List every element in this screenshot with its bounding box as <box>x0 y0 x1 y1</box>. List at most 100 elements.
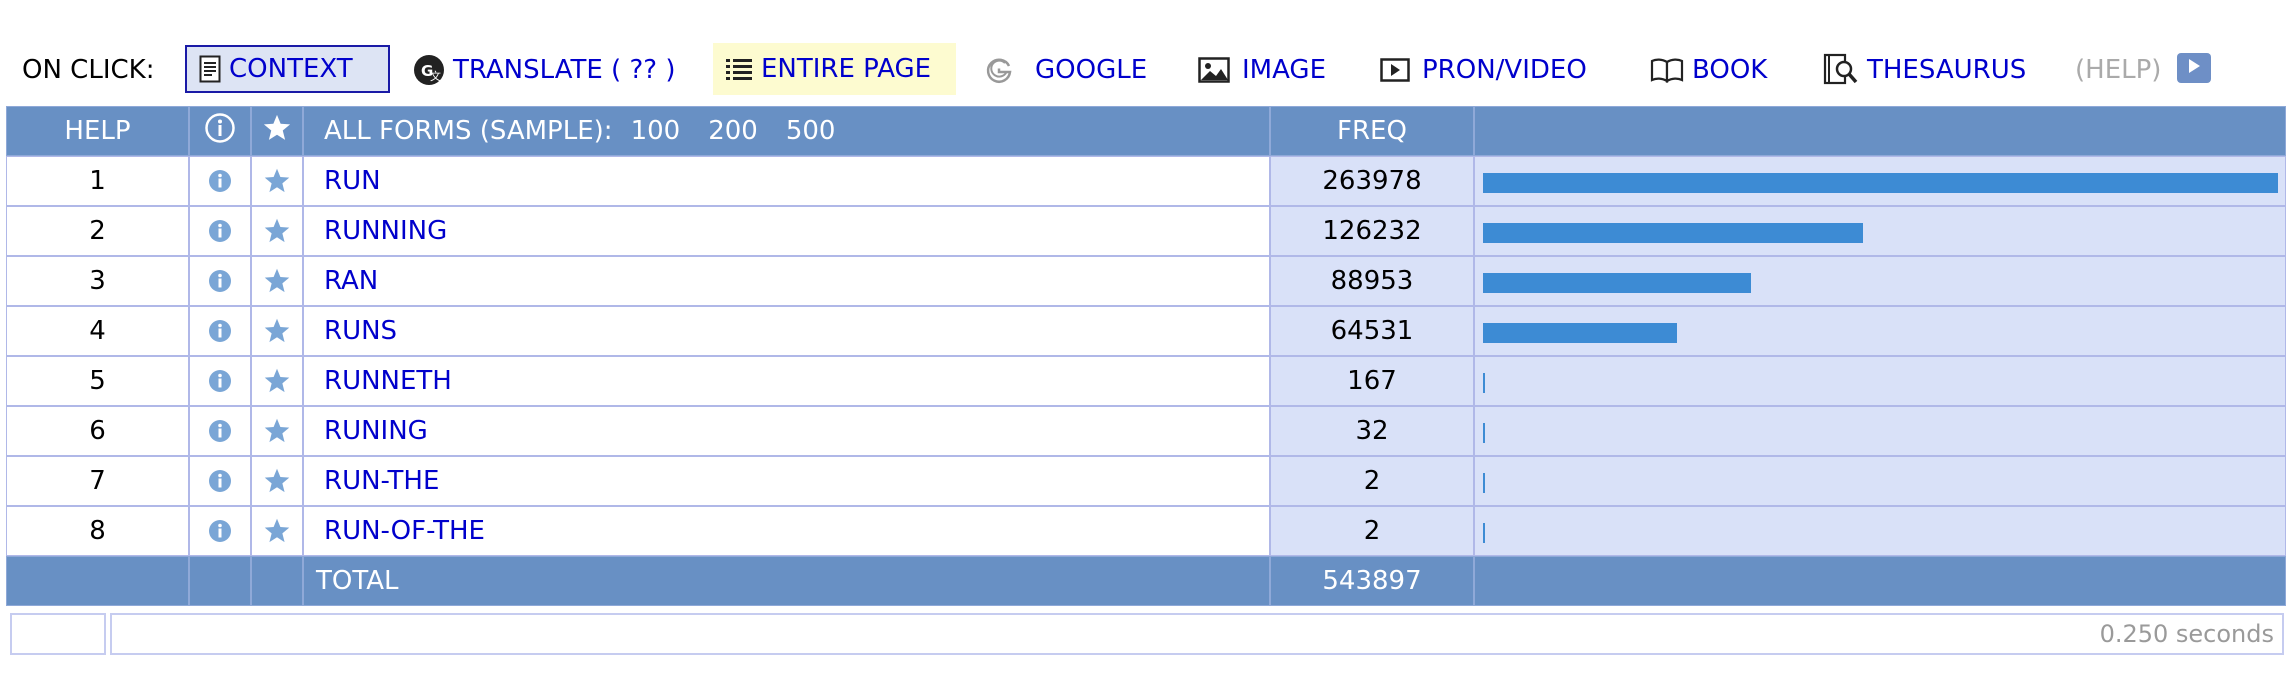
video-icon <box>1380 58 1410 82</box>
play-video-button[interactable] <box>2177 53 2211 83</box>
freq-cell: 2 <box>1270 506 1474 556</box>
freq-bar <box>1483 173 2278 193</box>
table-row: 2 RUNNING 126232 <box>6 206 2286 256</box>
freq-bar-cell <box>1474 306 2286 356</box>
word-link[interactable]: RUN-THE <box>303 456 1270 506</box>
status-bar: 0.250 seconds <box>110 613 2284 655</box>
sample-500-link[interactable]: 500 <box>786 116 836 146</box>
google-icon <box>983 54 1015 86</box>
info-icon[interactable] <box>189 206 251 256</box>
translate-option[interactable]: G 文 TRANSLATE ( ?? ) <box>413 40 675 100</box>
google-label: GOOGLE <box>1035 55 1148 85</box>
freq-cell: 2 <box>1270 456 1474 506</box>
info-icon[interactable] <box>189 356 251 406</box>
star-icon[interactable] <box>251 156 303 206</box>
rank-cell: 8 <box>6 506 189 556</box>
star-icon <box>262 113 292 150</box>
star-icon[interactable] <box>251 456 303 506</box>
total-label: TOTAL <box>303 556 1270 606</box>
rank-cell: 7 <box>6 456 189 506</box>
freq-bar <box>1483 273 1751 293</box>
pron-video-label: PRON/VIDEO <box>1422 55 1587 85</box>
footer-box <box>10 613 106 655</box>
google-option[interactable]: GOOGLE <box>983 40 1147 100</box>
list-icon <box>725 56 753 82</box>
book-label: BOOK <box>1692 55 1768 85</box>
total-empty-cell <box>6 556 189 606</box>
word-link[interactable]: RUNING <box>303 406 1270 456</box>
thesaurus-option[interactable]: THESAURUS <box>1823 40 2026 100</box>
book-option[interactable]: BOOK <box>1650 40 1767 100</box>
info-icon[interactable] <box>189 506 251 556</box>
freq-bar <box>1483 223 1863 243</box>
document-icon <box>199 55 221 83</box>
image-label: IMAGE <box>1242 55 1327 85</box>
bar-header <box>1474 106 2286 156</box>
star-header <box>251 106 303 156</box>
freq-bar <box>1483 523 1485 543</box>
help-header[interactable]: HELP <box>6 106 189 156</box>
star-icon[interactable] <box>251 306 303 356</box>
star-icon[interactable] <box>251 206 303 256</box>
table-row: 6 RUNING 32 <box>6 406 2286 456</box>
translate-icon: G 文 <box>413 54 445 86</box>
info-outline-icon <box>204 112 236 151</box>
total-value: 543897 <box>1270 556 1474 606</box>
table-row: 3 RAN 88953 <box>6 256 2286 306</box>
rank-cell: 5 <box>6 356 189 406</box>
context-option[interactable]: CONTEXT <box>185 45 390 93</box>
image-option[interactable]: IMAGE <box>1198 40 1326 100</box>
sample-200-link[interactable]: 200 <box>708 116 758 146</box>
table-header: HELP ALL FORMS (SAMPLE): 100 200 500 FRE… <box>6 106 2286 156</box>
word-link[interactable]: RUN <box>303 156 1270 206</box>
sample-100-link[interactable]: 100 <box>631 116 681 146</box>
star-icon[interactable] <box>251 256 303 306</box>
freq-cell: 88953 <box>1270 256 1474 306</box>
entire-page-option[interactable]: ENTIRE PAGE <box>713 43 956 95</box>
freq-bar <box>1483 373 1485 393</box>
total-empty-cell <box>251 556 303 606</box>
word-link[interactable]: RUNS <box>303 306 1270 356</box>
info-icon[interactable] <box>189 156 251 206</box>
context-label: CONTEXT <box>229 54 353 84</box>
all-forms-label: ALL FORMS (SAMPLE): <box>324 116 613 146</box>
total-empty-cell <box>1474 556 2286 606</box>
freq-cell: 263978 <box>1270 156 1474 206</box>
entire-page-label: ENTIRE PAGE <box>761 54 932 84</box>
rank-cell: 1 <box>6 156 189 206</box>
table-row: 8 RUN-OF-THE 2 <box>6 506 2286 556</box>
pron-video-option[interactable]: PRON/VIDEO <box>1380 40 1587 100</box>
freq-bar-cell <box>1474 406 2286 456</box>
rank-cell: 4 <box>6 306 189 356</box>
freq-bar-cell <box>1474 256 2286 306</box>
freq-bar <box>1483 323 1677 343</box>
rank-cell: 2 <box>6 206 189 256</box>
rank-cell: 3 <box>6 256 189 306</box>
svg-text:文: 文 <box>430 69 441 83</box>
freq-header: FREQ <box>1270 106 1474 156</box>
table-row: 4 RUNS 64531 <box>6 306 2286 356</box>
info-icon[interactable] <box>189 256 251 306</box>
word-link[interactable]: RAN <box>303 256 1270 306</box>
star-icon[interactable] <box>251 356 303 406</box>
table-row: 7 RUN-THE 2 <box>6 456 2286 506</box>
thesaurus-label: THESAURUS <box>1867 55 2027 85</box>
table-row: 1 RUN 263978 <box>6 156 2286 206</box>
freq-bar-cell <box>1474 356 2286 406</box>
info-icon[interactable] <box>189 306 251 356</box>
info-icon[interactable] <box>189 456 251 506</box>
info-icon[interactable] <box>189 406 251 456</box>
word-link[interactable]: RUNNING <box>303 206 1270 256</box>
toolbar: ON CLICK: CONTEXT G 文 TRANSLATE ( ?? ) E… <box>0 40 2290 100</box>
freq-bar-cell <box>1474 206 2286 256</box>
help-link[interactable]: (HELP) <box>2075 40 2161 100</box>
freq-cell: 32 <box>1270 406 1474 456</box>
freq-bar-cell <box>1474 456 2286 506</box>
info-header <box>189 106 251 156</box>
word-link[interactable]: RUN-OF-THE <box>303 506 1270 556</box>
star-icon[interactable] <box>251 506 303 556</box>
freq-cell: 167 <box>1270 356 1474 406</box>
word-link[interactable]: RUNNETH <box>303 356 1270 406</box>
star-icon[interactable] <box>251 406 303 456</box>
on-click-label: ON CLICK: <box>22 55 155 85</box>
